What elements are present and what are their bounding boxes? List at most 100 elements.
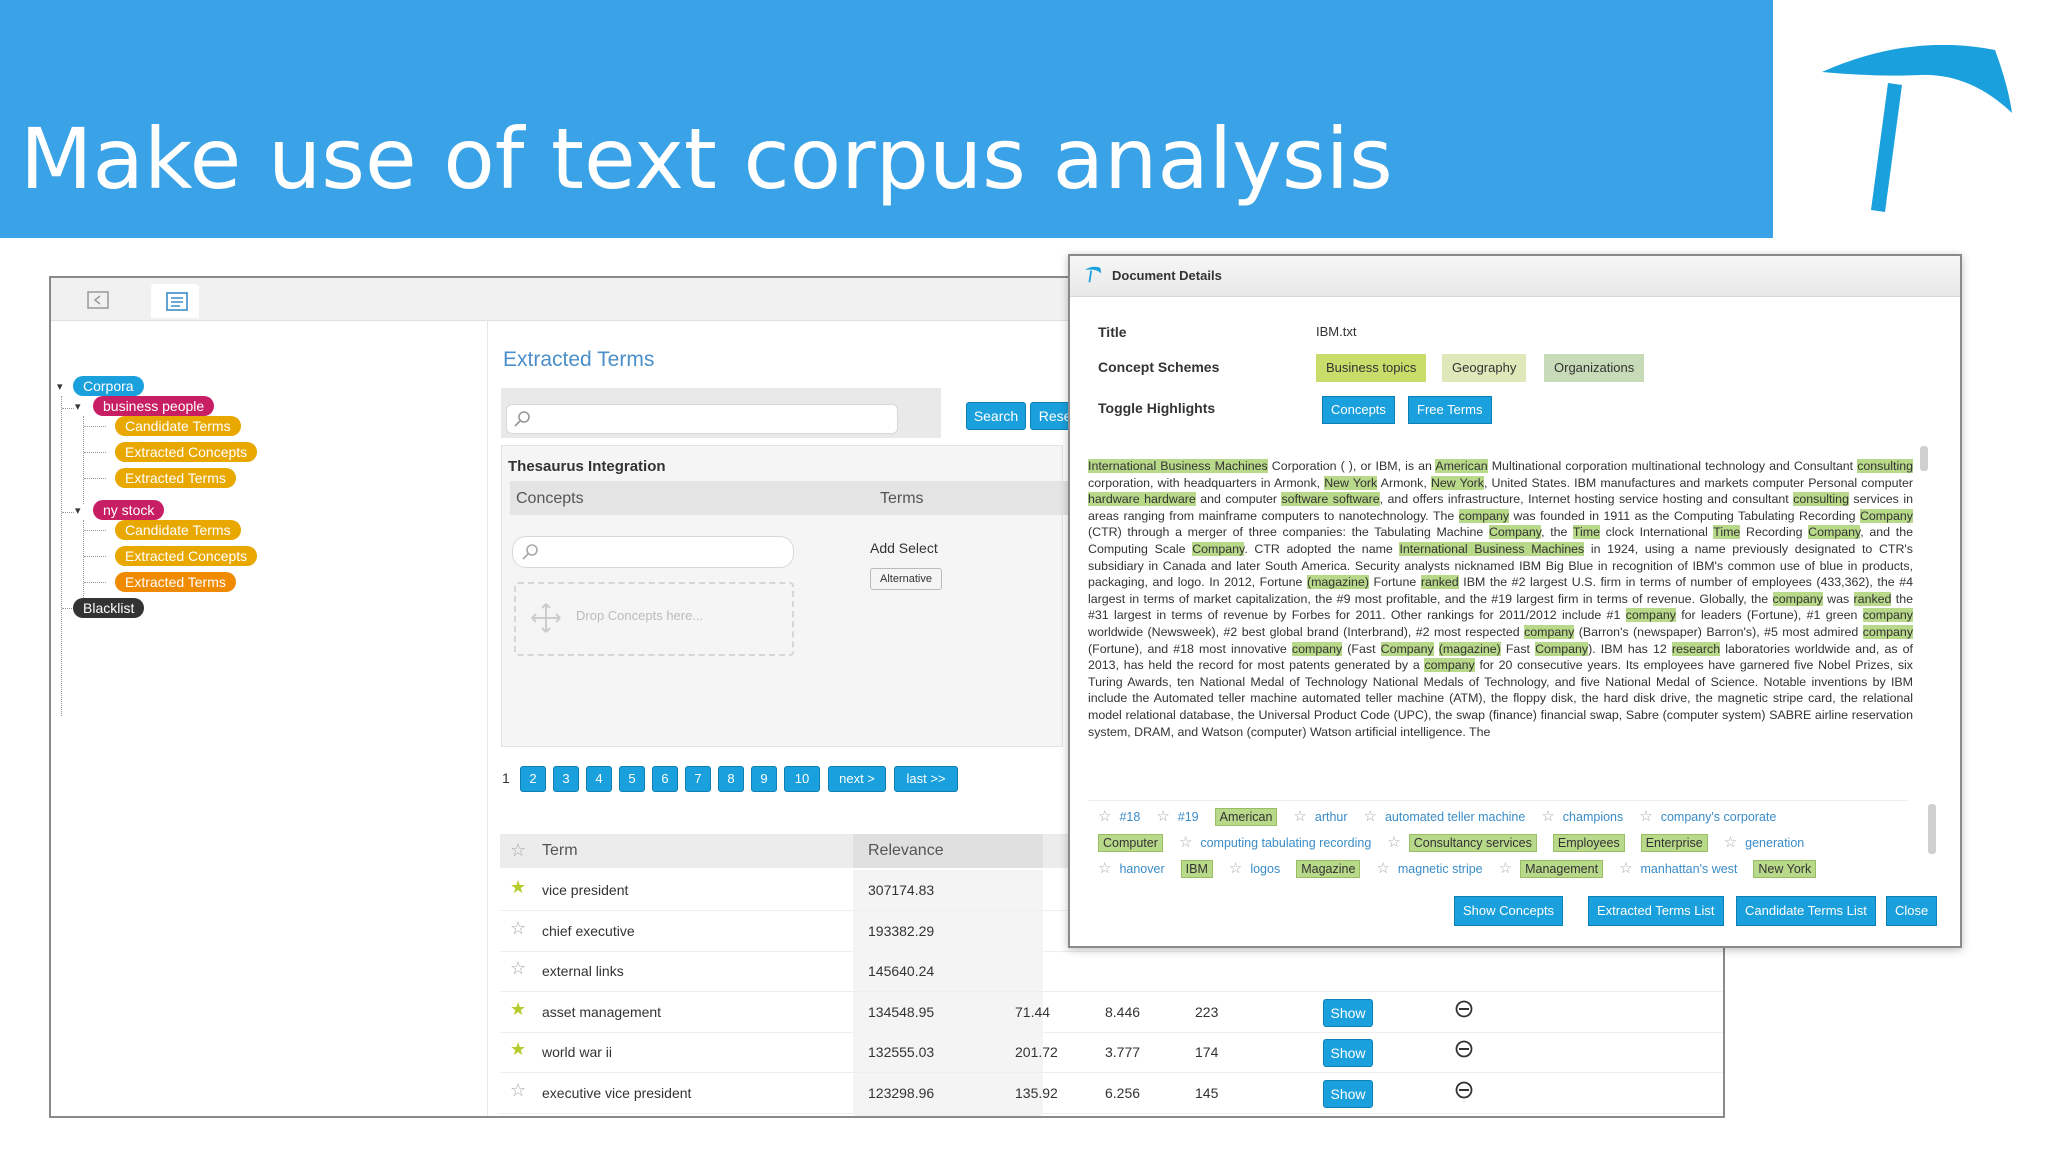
tree-node-candidate-terms[interactable]: Candidate Terms bbox=[115, 520, 241, 540]
page-link[interactable]: 7 bbox=[685, 766, 711, 792]
collapse-icon[interactable]: ▾ bbox=[75, 505, 85, 516]
term-tag[interactable]: Magazine bbox=[1296, 860, 1361, 878]
star-filled-icon[interactable]: ★ bbox=[510, 879, 526, 897]
highlighted-term[interactable]: Company bbox=[1859, 508, 1913, 523]
concept-drop-zone[interactable]: Drop Concepts here... bbox=[514, 582, 794, 656]
close-button[interactable]: Close bbox=[1886, 896, 1938, 926]
page-link[interactable]: 5 bbox=[619, 766, 645, 792]
table-row[interactable]: ★ asset management 134548.95 71.44 8.446 223 S… bbox=[500, 991, 1723, 1033]
tree-node-corpora[interactable]: Corpora bbox=[73, 376, 144, 396]
star-outline-icon[interactable]: ☆ bbox=[510, 960, 526, 978]
highlighted-term[interactable]: (magazine) bbox=[1438, 641, 1501, 656]
tree-node-ny-stock[interactable]: ny stock bbox=[93, 500, 165, 520]
alternative-button[interactable]: Alternative bbox=[870, 568, 942, 590]
highlighted-term[interactable]: ranked bbox=[1420, 575, 1459, 590]
term-tag[interactable]: generation bbox=[1745, 836, 1804, 850]
scheme-organizations[interactable]: Organizations bbox=[1544, 354, 1645, 382]
highlighted-term[interactable]: hardware hardware bbox=[1088, 492, 1196, 507]
term-tag[interactable]: champions bbox=[1563, 810, 1623, 824]
term-tag[interactable]: #18 bbox=[1119, 810, 1140, 824]
search-button[interactable]: Search bbox=[966, 402, 1026, 430]
term-tag[interactable]: Consultancy services bbox=[1408, 834, 1537, 852]
star-outline-icon[interactable]: ☆ bbox=[1724, 834, 1737, 851]
highlighted-term[interactable]: consulting bbox=[1857, 459, 1913, 473]
term-tag[interactable]: American bbox=[1214, 808, 1278, 826]
show-concepts-button[interactable]: Show Concepts bbox=[1454, 896, 1564, 926]
tree-node-extracted-concepts[interactable]: Extracted Concepts bbox=[115, 442, 258, 462]
tab-back[interactable] bbox=[73, 284, 121, 318]
highlighted-term[interactable]: company bbox=[1524, 624, 1575, 639]
tree-node-candidate-terms[interactable]: Candidate Terms bbox=[115, 416, 241, 436]
highlighted-term[interactable]: Time bbox=[1713, 525, 1741, 540]
remove-icon[interactable] bbox=[1455, 1081, 1473, 1099]
term-tag[interactable]: company's corporate bbox=[1661, 810, 1777, 824]
table-row[interactable]: ☆ executive vice president 123298.96 135.92… bbox=[500, 1072, 1723, 1114]
highlighted-term[interactable]: research bbox=[1671, 641, 1721, 656]
term-tag[interactable]: #19 bbox=[1178, 810, 1199, 824]
highlighted-term[interactable]: software software bbox=[1281, 492, 1380, 507]
show-button[interactable]: Show bbox=[1323, 1079, 1373, 1108]
highlighted-term[interactable]: Company bbox=[1488, 525, 1542, 540]
term-tag[interactable]: computing tabulating recording bbox=[1200, 836, 1371, 850]
table-row[interactable]: ☆ external links 145640.24 bbox=[500, 951, 1723, 992]
highlighted-term[interactable]: Company bbox=[1535, 641, 1589, 656]
highlighted-term[interactable]: American bbox=[1435, 459, 1488, 473]
page-link[interactable]: 4 bbox=[586, 766, 612, 792]
star-outline-icon[interactable]: ☆ bbox=[1639, 808, 1652, 825]
highlighted-term[interactable]: company bbox=[1291, 641, 1343, 656]
term-tag[interactable]: Employees bbox=[1552, 834, 1625, 852]
highlighted-term[interactable]: company bbox=[1862, 608, 1913, 623]
highlighted-term[interactable]: International Business Machines bbox=[1088, 459, 1268, 473]
page-link[interactable]: 3 bbox=[553, 766, 579, 792]
table-row[interactable]: ★ world war ii 132555.03 201.72 3.777 174 Show bbox=[500, 1032, 1723, 1073]
toggle-free-terms-button[interactable]: Free Terms bbox=[1408, 396, 1492, 424]
page-link[interactable]: 9 bbox=[751, 766, 777, 792]
toggle-concepts-button[interactable]: Concepts bbox=[1322, 396, 1395, 424]
tree-node-extracted-concepts[interactable]: Extracted Concepts bbox=[115, 546, 258, 566]
star-outline-icon[interactable]: ☆ bbox=[1179, 834, 1192, 851]
star-filled-icon[interactable]: ★ bbox=[510, 1041, 526, 1059]
highlighted-term[interactable]: Company bbox=[1380, 641, 1434, 656]
collapse-icon[interactable]: ▾ bbox=[57, 381, 67, 392]
star-outline-icon[interactable]: ☆ bbox=[1156, 808, 1169, 825]
tree-node-business-people[interactable]: business people bbox=[93, 396, 215, 416]
highlighted-term[interactable]: company bbox=[1424, 658, 1475, 673]
star-outline-icon[interactable]: ☆ bbox=[1293, 808, 1306, 825]
scheme-geography[interactable]: Geography bbox=[1442, 354, 1527, 382]
term-tag[interactable]: IBM bbox=[1180, 860, 1213, 878]
highlighted-term[interactable]: company bbox=[1625, 608, 1676, 623]
show-button[interactable]: Show bbox=[1323, 998, 1373, 1027]
page-link[interactable]: 10 bbox=[784, 766, 820, 792]
tab-documents[interactable] bbox=[151, 284, 199, 318]
highlighted-term[interactable]: New York bbox=[1324, 475, 1378, 490]
search-input[interactable] bbox=[506, 404, 898, 434]
term-tag[interactable]: hanover bbox=[1119, 862, 1164, 876]
term-tag[interactable]: New York bbox=[1753, 860, 1817, 878]
star-outline-icon[interactable]: ☆ bbox=[1098, 808, 1111, 825]
star-outline-icon[interactable]: ☆ bbox=[1376, 860, 1389, 877]
page-link[interactable]: 8 bbox=[718, 766, 744, 792]
remove-icon[interactable] bbox=[1455, 1040, 1473, 1058]
highlighted-term[interactable]: International Business Machines bbox=[1399, 541, 1585, 556]
star-outline-icon[interactable]: ☆ bbox=[1387, 834, 1400, 851]
highlighted-term[interactable]: company bbox=[1458, 508, 1510, 523]
scheme-business-topics[interactable]: Business topics bbox=[1316, 354, 1427, 382]
tree-node-extracted-terms[interactable]: Extracted Terms bbox=[115, 468, 236, 488]
star-outline-icon[interactable]: ☆ bbox=[1541, 808, 1554, 825]
extracted-terms-list-button[interactable]: Extracted Terms List bbox=[1588, 896, 1724, 926]
highlighted-term[interactable]: (magazine) bbox=[1306, 575, 1369, 590]
column-header-term[interactable]: Term bbox=[542, 842, 578, 860]
last-page-button[interactable]: last >> bbox=[894, 766, 958, 792]
highlighted-term[interactable]: Company bbox=[1192, 541, 1245, 556]
page-link[interactable]: 2 bbox=[520, 766, 546, 792]
term-tag[interactable]: manhattan's west bbox=[1641, 862, 1738, 876]
collapse-icon[interactable]: ▾ bbox=[75, 401, 85, 412]
star-outline-icon[interactable]: ☆ bbox=[510, 919, 526, 938]
star-outline-icon[interactable]: ☆ bbox=[1499, 860, 1512, 877]
star-outline-icon[interactable]: ☆ bbox=[1619, 860, 1632, 877]
scrollbar[interactable] bbox=[1928, 804, 1936, 854]
remove-icon[interactable] bbox=[1455, 1000, 1473, 1018]
concept-search-input[interactable] bbox=[512, 536, 794, 568]
term-tag[interactable]: arthur bbox=[1315, 810, 1348, 824]
term-tag[interactable]: logos bbox=[1250, 862, 1280, 876]
